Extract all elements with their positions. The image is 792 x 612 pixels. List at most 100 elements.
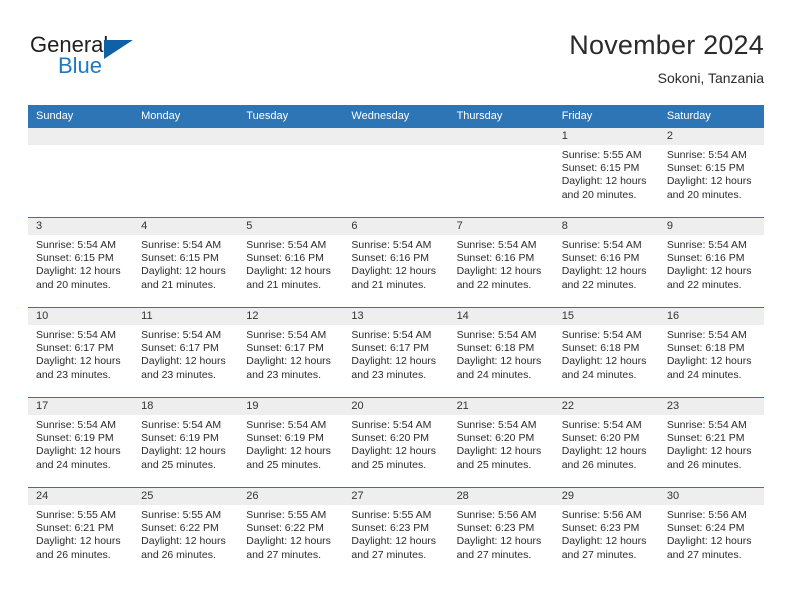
calendar-day-cell[interactable]: 28 Sunrise: 5:56 AM Sunset: 6:23 PM Dayligh… — [448, 487, 554, 578]
calendar-day-cell[interactable]: 26 Sunrise: 5:55 AM Sunset: 6:22 PM Dayligh… — [238, 487, 344, 578]
calendar-day-cell[interactable]: 5 Sunrise: 5:54 AM Sunset: 6:16 PM Daylight… — [238, 217, 344, 308]
generalblue-logo[interactable]: General Blue — [28, 32, 208, 88]
day-detail-line: Sunrise: 5:54 AM — [456, 239, 537, 251]
day-number: 18 — [133, 398, 239, 415]
calendar-day-cell[interactable]: 10 Sunrise: 5:54 AM Sunset: 6:17 PM Dayligh… — [28, 307, 134, 398]
day-detail-line: and 25 minutes. — [141, 458, 216, 471]
day-detail-line: and 22 minutes. — [456, 278, 532, 291]
day-number: 19 — [238, 398, 344, 415]
day-details: Sunrise: 5:55 AM Sunset: 6:21 PM Daylight:… — [28, 505, 133, 562]
day-detail-line: Sunset: 6:18 PM — [666, 342, 745, 355]
calendar-day-cell[interactable]: 30 Sunrise: 5:56 AM Sunset: 6:24 PM Dayligh… — [658, 487, 764, 578]
day-detail-line: Daylight: 12 hours — [36, 265, 121, 278]
day-detail-line: and 22 minutes. — [666, 278, 742, 291]
day-detail-line: and 21 minutes. — [351, 278, 427, 291]
day-details: Sunrise: 5:54 AM Sunset: 6:16 PM Daylight:… — [449, 235, 554, 292]
calendar-day-cell[interactable]: 17 Sunrise: 5:54 AM Sunset: 6:19 PM Dayligh… — [28, 397, 134, 488]
day-number — [28, 128, 134, 145]
day-details: Sunrise: 5:54 AM Sunset: 6:16 PM Daylight:… — [554, 235, 659, 292]
calendar-day-cell[interactable]: 15 Sunrise: 5:54 AM Sunset: 6:18 PM Dayligh… — [553, 307, 659, 398]
day-details: Sunrise: 5:54 AM Sunset: 6:17 PM Daylight:… — [28, 325, 133, 382]
day-detail-line: and 24 minutes. — [36, 458, 111, 471]
day-detail-line: Sunrise: 5:54 AM — [36, 239, 116, 251]
day-detail-line: Daylight: 12 hours — [36, 535, 121, 548]
calendar-day-cell[interactable]: 11 Sunrise: 5:54 AM Sunset: 6:17 PM Dayligh… — [133, 307, 239, 398]
day-detail-line: Daylight: 12 hours — [246, 445, 331, 458]
calendar-day-cell[interactable]: 9 Sunrise: 5:54 AM Sunset: 6:16 PM Daylight… — [658, 217, 764, 308]
calendar-day-cell[interactable]: 16 Sunrise: 5:54 AM Sunset: 6:18 PM Dayligh… — [658, 307, 764, 398]
day-number: 30 — [658, 488, 764, 505]
day-details: Sunrise: 5:54 AM Sunset: 6:15 PM Daylight:… — [133, 235, 238, 292]
day-detail-line: and 25 minutes. — [246, 458, 321, 471]
calendar-day-cell[interactable]: 3 Sunrise: 5:54 AM Sunset: 6:15 PM Daylight… — [28, 217, 134, 308]
day-detail-line: Sunset: 6:19 PM — [246, 432, 324, 445]
day-detail-line: Sunset: 6:17 PM — [246, 342, 324, 355]
day-detail-line: Sunset: 6:23 PM — [561, 522, 640, 535]
day-detail-line: Sunrise: 5:54 AM — [561, 419, 642, 431]
day-detail-line: Sunset: 6:22 PM — [246, 522, 324, 535]
calendar-day-cell[interactable]: 20 Sunrise: 5:54 AM Sunset: 6:20 PM Dayligh… — [343, 397, 449, 488]
day-detail-line: Daylight: 12 hours — [561, 445, 647, 458]
calendar-day-cell[interactable]: 29 Sunrise: 5:56 AM Sunset: 6:23 PM Dayligh… — [553, 487, 659, 578]
weekday-header-friday: Friday — [553, 105, 659, 128]
day-detail-line: Daylight: 12 hours — [351, 445, 437, 458]
day-number — [238, 128, 344, 145]
day-details: Sunrise: 5:54 AM Sunset: 6:20 PM Daylight:… — [449, 415, 554, 472]
day-detail-line: Sunset: 6:24 PM — [666, 522, 745, 535]
calendar-day-cell[interactable]: 23 Sunrise: 5:54 AM Sunset: 6:21 PM Dayligh… — [658, 397, 764, 488]
page-title: November 2024 — [569, 30, 764, 60]
day-detail-line: Sunrise: 5:55 AM — [141, 509, 222, 521]
day-details — [449, 145, 554, 149]
day-detail-line: Daylight: 12 hours — [666, 265, 752, 278]
day-detail-line: Sunrise: 5:54 AM — [246, 419, 327, 431]
day-detail-line: Daylight: 12 hours — [141, 445, 226, 458]
day-detail-line: and 24 minutes. — [666, 368, 742, 381]
calendar-week-row: 10 Sunrise: 5:54 AM Sunset: 6:17 PM Dayligh… — [28, 307, 764, 398]
calendar-day-cell[interactable]: 24 Sunrise: 5:55 AM Sunset: 6:21 PM Dayligh… — [28, 487, 134, 578]
calendar-day-cell[interactable]: 13 Sunrise: 5:54 AM Sunset: 6:17 PM Dayligh… — [343, 307, 449, 398]
day-detail-line: Daylight: 12 hours — [141, 355, 226, 368]
day-detail-line: and 25 minutes. — [456, 458, 532, 471]
weekday-header-row: Sunday Monday Tuesday Wednesday Thursday Frid… — [28, 105, 764, 128]
calendar-day-cell[interactable]: 8 Sunrise: 5:54 AM Sunset: 6:16 PM Daylight… — [553, 217, 659, 308]
calendar-day-cell[interactable]: 6 Sunrise: 5:54 AM Sunset: 6:16 PM Daylight… — [343, 217, 449, 308]
calendar-day-cell[interactable]: 1 Sunrise: 5:55 AM Sunset: 6:15 PM Daylight… — [553, 127, 659, 218]
day-details: Sunrise: 5:54 AM Sunset: 6:19 PM Daylight:… — [133, 415, 238, 472]
day-details: Sunrise: 5:54 AM Sunset: 6:18 PM Daylight:… — [554, 325, 659, 382]
day-number: 5 — [238, 218, 344, 235]
day-detail-line: Sunrise: 5:56 AM — [561, 509, 642, 521]
calendar-day-cell[interactable]: 21 Sunrise: 5:54 AM Sunset: 6:20 PM Dayligh… — [448, 397, 554, 488]
calendar-grid: Sunday Monday Tuesday Wednesday Thursday Frid… — [28, 105, 764, 578]
day-detail-line: and 27 minutes. — [456, 548, 532, 561]
day-details: Sunrise: 5:54 AM Sunset: 6:16 PM Daylight:… — [238, 235, 343, 292]
calendar-day-cell[interactable]: 4 Sunrise: 5:54 AM Sunset: 6:15 PM Daylight… — [133, 217, 239, 308]
day-detail-line: Daylight: 12 hours — [141, 535, 226, 548]
calendar-day-cell[interactable]: 7 Sunrise: 5:54 AM Sunset: 6:16 PM Daylight… — [448, 217, 554, 308]
day-detail-line: Sunset: 6:23 PM — [351, 522, 430, 535]
day-detail-line: Sunset: 6:21 PM — [36, 522, 114, 535]
day-detail-line: Sunset: 6:19 PM — [36, 432, 114, 445]
calendar-day-cell[interactable]: 27 Sunrise: 5:55 AM Sunset: 6:23 PM Dayligh… — [343, 487, 449, 578]
calendar-day-cell[interactable]: 19 Sunrise: 5:54 AM Sunset: 6:19 PM Dayligh… — [238, 397, 344, 488]
calendar-day-cell[interactable]: 2 Sunrise: 5:54 AM Sunset: 6:15 PM Daylight… — [658, 127, 764, 218]
calendar-week-row: 17 Sunrise: 5:54 AM Sunset: 6:19 PM Dayligh… — [28, 397, 764, 488]
day-number: 8 — [553, 218, 659, 235]
day-detail-line: and 26 minutes. — [561, 458, 637, 471]
day-details: Sunrise: 5:56 AM Sunset: 6:23 PM Daylight:… — [554, 505, 659, 562]
day-detail-line: Sunrise: 5:54 AM — [666, 149, 747, 161]
weekday-header-thursday: Thursday — [448, 105, 554, 128]
day-detail-line: Daylight: 12 hours — [561, 355, 647, 368]
calendar-day-cell[interactable]: 22 Sunrise: 5:54 AM Sunset: 6:20 PM Dayligh… — [553, 397, 659, 488]
calendar-day-cell[interactable]: 14 Sunrise: 5:54 AM Sunset: 6:18 PM Dayligh… — [448, 307, 554, 398]
logo-text-blue: Blue — [58, 53, 103, 78]
weekday-header-sunday: Sunday — [28, 105, 134, 128]
calendar-day-cell[interactable]: 18 Sunrise: 5:54 AM Sunset: 6:19 PM Dayligh… — [133, 397, 239, 488]
day-number: 21 — [448, 398, 554, 415]
day-details: Sunrise: 5:54 AM Sunset: 6:20 PM Daylight:… — [343, 415, 448, 472]
day-detail-line: and 27 minutes. — [351, 548, 427, 561]
calendar-day-cell[interactable]: 12 Sunrise: 5:54 AM Sunset: 6:17 PM Dayligh… — [238, 307, 344, 398]
day-detail-line: Daylight: 12 hours — [666, 445, 752, 458]
day-detail-line: and 23 minutes. — [351, 368, 427, 381]
calendar-day-cell[interactable]: 25 Sunrise: 5:55 AM Sunset: 6:22 PM Dayligh… — [133, 487, 239, 578]
calendar-week-row: 1 Sunrise: 5:55 AM Sunset: 6:15 PM Daylight… — [28, 127, 764, 218]
